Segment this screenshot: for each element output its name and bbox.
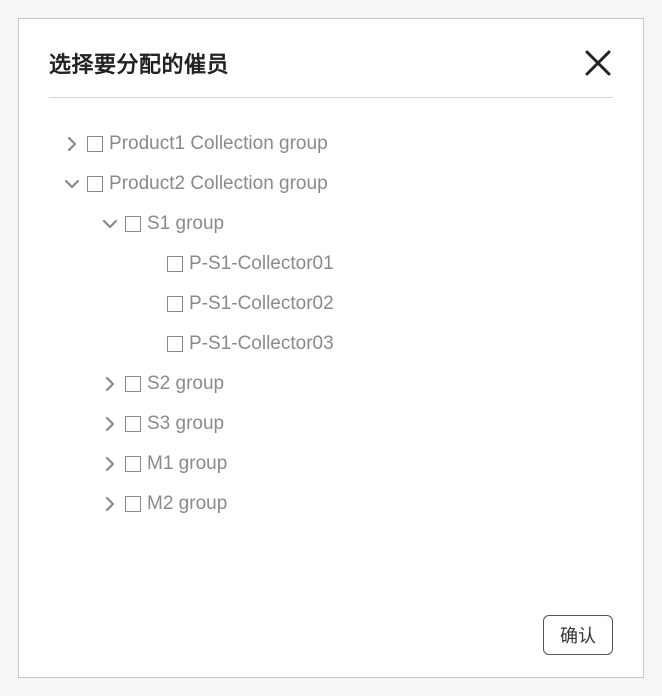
tree-node: Product2 Collection group xyxy=(49,164,613,204)
tree-node-label: Product2 Collection group xyxy=(109,173,328,195)
tree-node: S1 group xyxy=(49,204,613,244)
tree-node-label: S1 group xyxy=(147,213,224,235)
select-collector-dialog: 选择要分配的催员 Product1 Collection groupProduc… xyxy=(18,18,644,678)
tree-node-label: S3 group xyxy=(147,413,224,435)
checkbox[interactable] xyxy=(125,456,141,472)
confirm-button[interactable]: 确认 xyxy=(543,615,613,655)
chevron-right-icon[interactable] xyxy=(101,375,119,393)
checkbox[interactable] xyxy=(125,496,141,512)
tree-node: P-S1-Collector01 xyxy=(49,244,613,284)
tree-node: P-S1-Collector02 xyxy=(49,284,613,324)
tree-node-label: P-S1-Collector03 xyxy=(189,333,334,355)
checkbox[interactable] xyxy=(167,336,183,352)
tree-node-label: M1 group xyxy=(147,453,227,475)
tree-node: S3 group xyxy=(49,404,613,444)
collector-tree: Product1 Collection group Product2 Collec… xyxy=(49,98,613,605)
tree-node-label: P-S1-Collector02 xyxy=(189,293,334,315)
close-icon[interactable] xyxy=(583,48,613,78)
tree-node: M2 group xyxy=(49,484,613,524)
checkbox[interactable] xyxy=(125,376,141,392)
tree-node-label: Product1 Collection group xyxy=(109,133,328,155)
chevron-down-icon[interactable] xyxy=(63,175,81,193)
checkbox[interactable] xyxy=(87,136,103,152)
checkbox[interactable] xyxy=(167,296,183,312)
tree-node: M1 group xyxy=(49,444,613,484)
dialog-header: 选择要分配的催员 xyxy=(49,47,613,98)
dialog-footer: 确认 xyxy=(49,605,613,655)
tree-node-label: S2 group xyxy=(147,373,224,395)
checkbox[interactable] xyxy=(125,416,141,432)
tree-node: S2 group xyxy=(49,364,613,404)
chevron-right-icon[interactable] xyxy=(101,495,119,513)
checkbox[interactable] xyxy=(87,176,103,192)
checkbox[interactable] xyxy=(125,216,141,232)
chevron-right-icon[interactable] xyxy=(101,455,119,473)
chevron-right-icon[interactable] xyxy=(63,135,81,153)
tree-node-label: M2 group xyxy=(147,493,227,515)
dialog-title: 选择要分配的催员 xyxy=(49,47,229,79)
tree-node: Product1 Collection group xyxy=(49,124,613,164)
chevron-right-icon[interactable] xyxy=(101,415,119,433)
checkbox[interactable] xyxy=(167,256,183,272)
chevron-down-icon[interactable] xyxy=(101,215,119,233)
tree-node-label: P-S1-Collector01 xyxy=(189,253,334,275)
tree-node: P-S1-Collector03 xyxy=(49,324,613,364)
